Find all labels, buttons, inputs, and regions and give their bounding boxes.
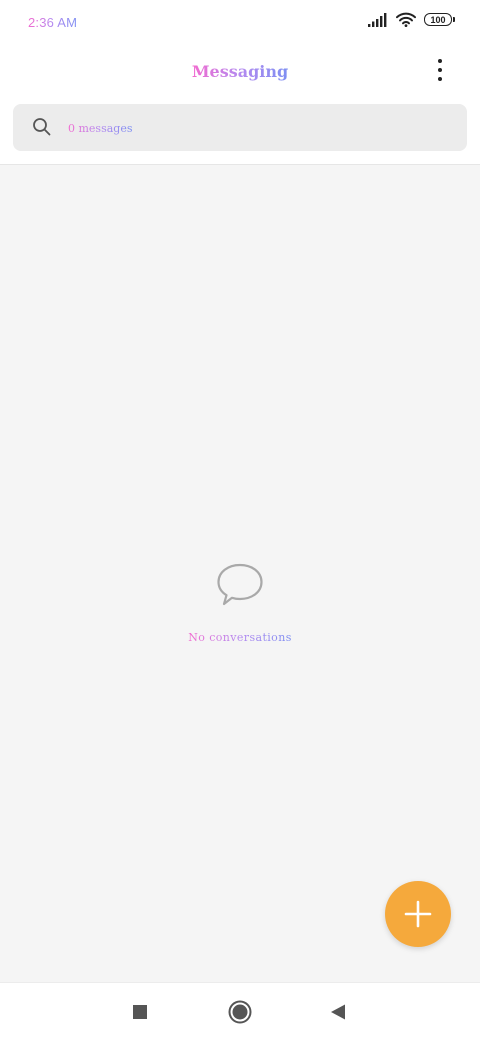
- more-options-button[interactable]: [428, 58, 452, 82]
- back-triangle-icon: [331, 1004, 345, 1020]
- signal-icon: [368, 12, 387, 27]
- empty-state-text: No conversations: [188, 631, 292, 644]
- recents-square-icon: [133, 1005, 147, 1019]
- search-placeholder: 0 messages: [68, 122, 133, 135]
- search-input[interactable]: 0 messages: [13, 104, 467, 151]
- more-vert-dot: [438, 77, 442, 81]
- app-title: Messaging: [191, 62, 289, 81]
- chat-bubble-icon: [217, 563, 263, 606]
- conversation-list: No conversations: [0, 164, 480, 982]
- new-conversation-button[interactable]: [385, 881, 451, 947]
- status-time: 2:36 AM: [28, 15, 78, 30]
- status-icons: 100: [368, 12, 455, 27]
- app-bar: Messaging: [0, 46, 480, 98]
- battery-level: 100: [430, 14, 446, 25]
- more-vert-icon: [438, 59, 442, 63]
- system-nav-bar: [0, 982, 480, 1040]
- status-bar: 2:36 AM 100: [0, 0, 480, 46]
- home-button[interactable]: [227, 999, 253, 1025]
- battery-icon: 100: [424, 13, 455, 26]
- wifi-icon: [396, 12, 416, 27]
- recents-button[interactable]: [127, 999, 153, 1025]
- home-circle-icon: [228, 1000, 252, 1024]
- more-vert-dot: [438, 68, 442, 72]
- search-icon: [33, 118, 51, 136]
- app-title-wrap: Messaging: [0, 62, 480, 81]
- empty-state-text-wrap: No conversations: [0, 631, 480, 644]
- back-button[interactable]: [325, 999, 351, 1025]
- plus-icon: [404, 900, 432, 928]
